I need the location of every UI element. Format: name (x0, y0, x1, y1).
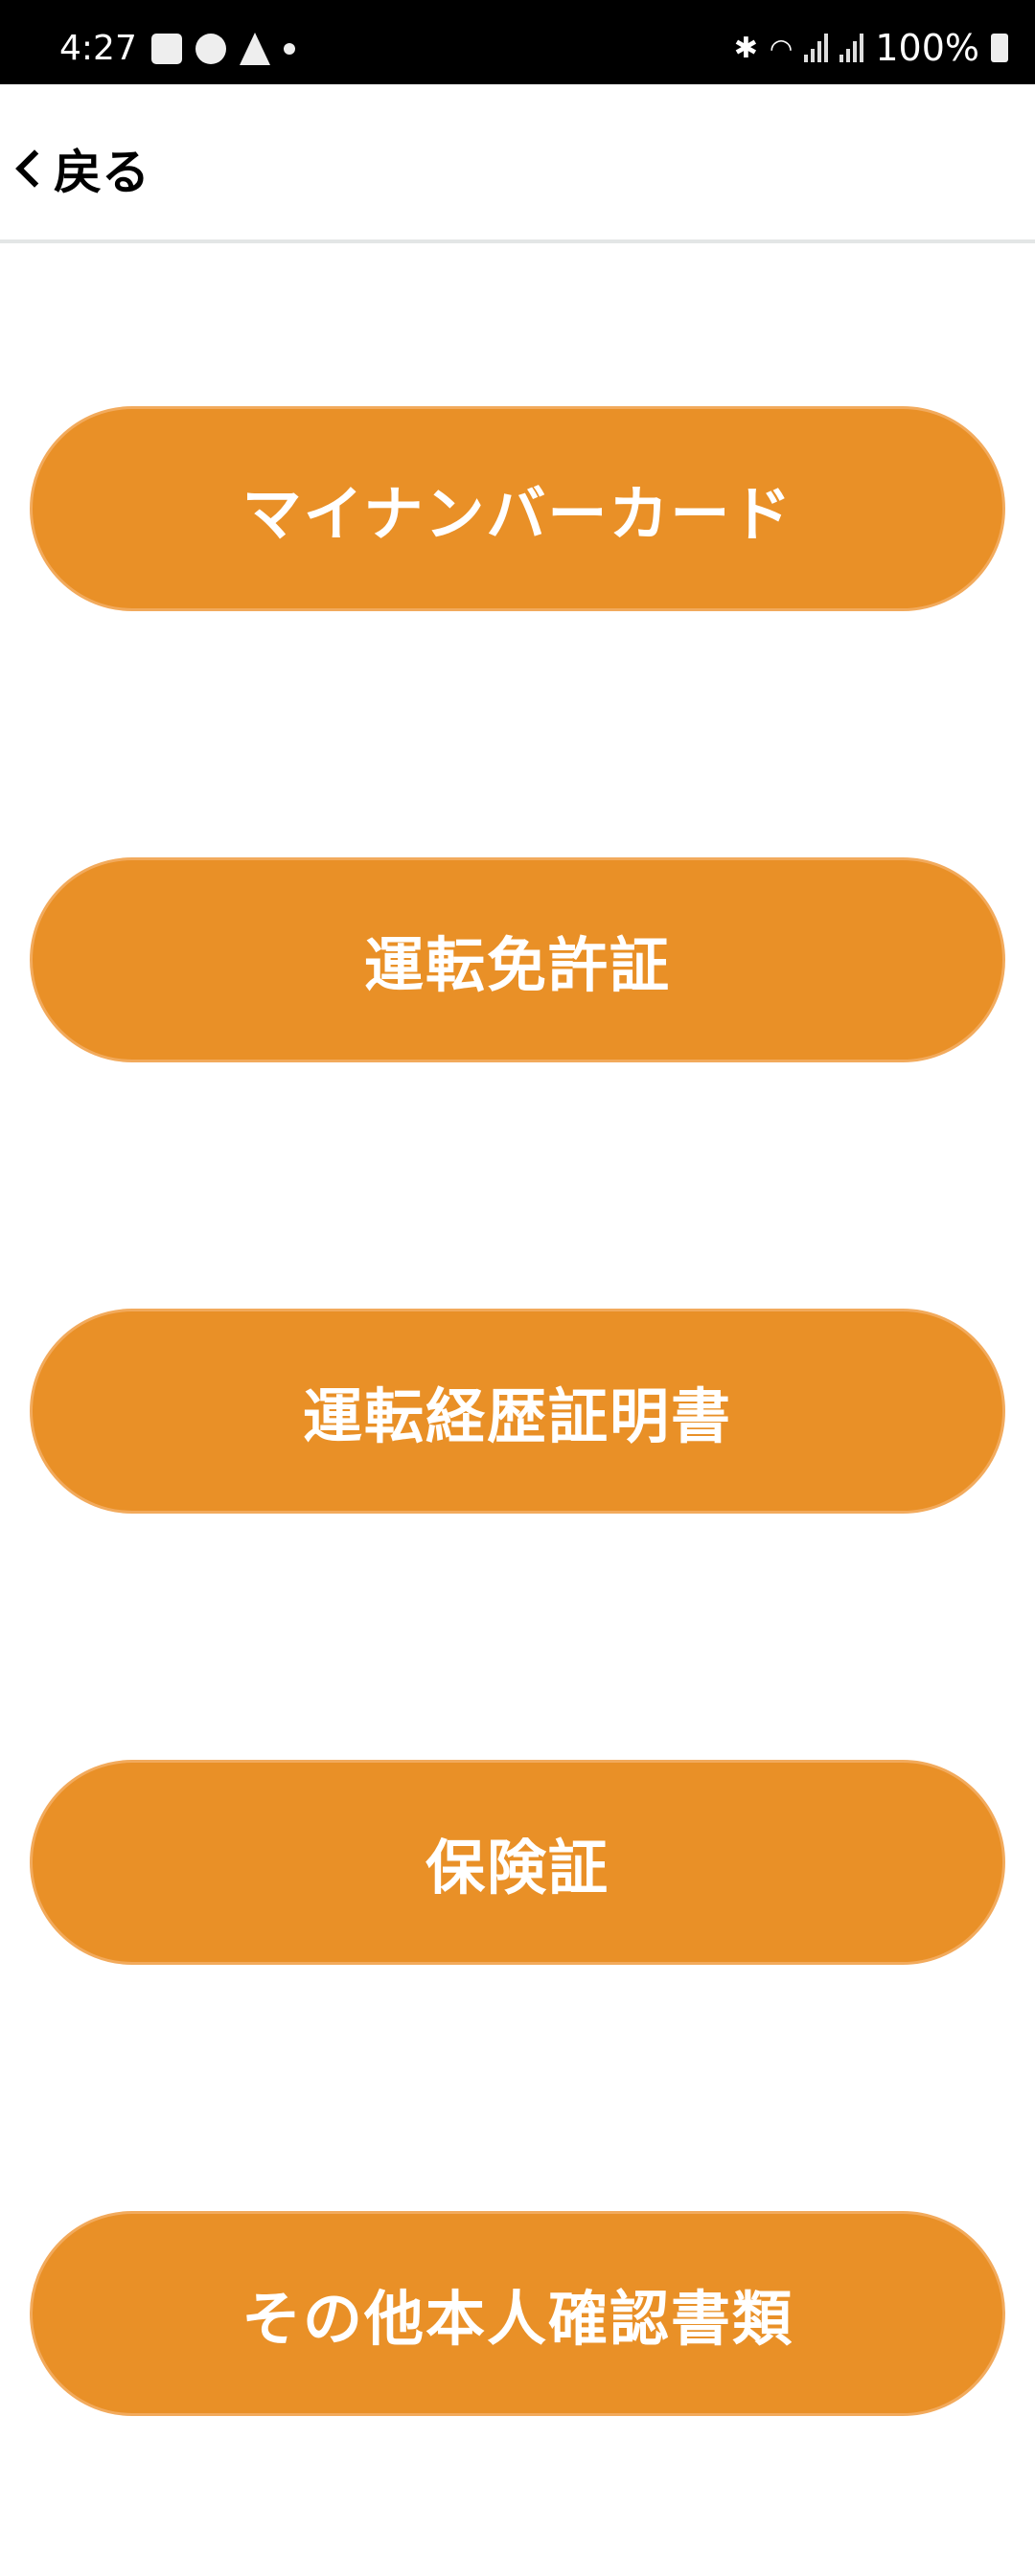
signal-icon-2 (840, 34, 864, 62)
other-id-documents-button[interactable]: その他本人確認書類 (30, 2211, 1005, 2416)
health-insurance-card-button[interactable]: 保険証 (30, 1760, 1005, 1965)
app-notification-icon (196, 34, 226, 64)
button-label: マイナンバーカード (242, 479, 794, 549)
battery-icon (991, 34, 1008, 62)
back-button[interactable]: 戻る (13, 134, 150, 203)
button-label: 運転免許証 (363, 930, 671, 1000)
chevron-left-icon (15, 149, 54, 188)
wifi-icon: ◠ (769, 32, 794, 64)
status-time: 4:27 (59, 29, 137, 68)
bluetooth-icon: ✱ (733, 31, 758, 65)
status-bar: 4:27 ✱ ◠ 100% (0, 0, 1035, 84)
castle-icon (240, 33, 270, 65)
system-icons: ✱ ◠ 100% (734, 27, 1008, 69)
notification-icons (151, 33, 295, 65)
more-notifications-icon (284, 43, 295, 55)
battery-percent: 100% (875, 27, 979, 69)
drivers-license-button[interactable]: 運転免許証 (30, 857, 1005, 1062)
gallery-icon (151, 34, 182, 64)
signal-icon (804, 34, 829, 62)
button-label: その他本人確認書類 (241, 2284, 794, 2354)
header: 戻る (0, 84, 1035, 243)
button-label: 運転経歴証明書 (302, 1381, 732, 1451)
back-label: 戻る (54, 145, 150, 200)
driving-history-certificate-button[interactable]: 運転経歴証明書 (30, 1309, 1005, 1514)
my-number-card-button[interactable]: マイナンバーカード (30, 406, 1005, 611)
button-label: 保険証 (425, 1833, 610, 1903)
